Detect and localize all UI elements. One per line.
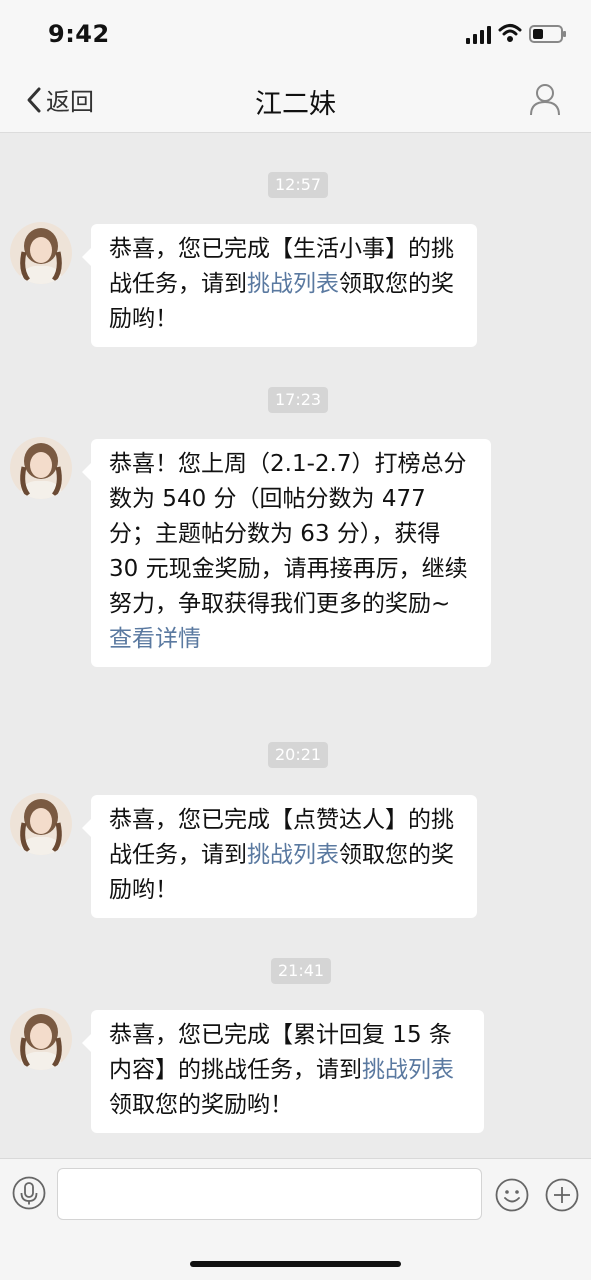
- challenge-list-link[interactable]: 挑战列表: [247, 842, 339, 868]
- message-bubble: 恭喜，您已完成【累计回复 15 条内容】的挑战任务，请到挑战列表领取您的奖励哟！: [82, 1010, 484, 1133]
- view-details-link[interactable]: 查看详情: [109, 622, 473, 657]
- status-bar: 9:42: [0, 0, 591, 66]
- message-input[interactable]: [57, 1168, 482, 1220]
- smiley-icon[interactable]: [495, 1178, 529, 1212]
- avatar[interactable]: [10, 1008, 72, 1070]
- message-timestamp: 20:21: [268, 742, 329, 768]
- page-title: 江二妹: [255, 89, 336, 120]
- avatar[interactable]: [10, 793, 72, 855]
- battery-icon: [529, 25, 566, 43]
- wifi-icon: [498, 24, 522, 42]
- message-bubble: 恭喜，您已完成【点赞达人】的挑战任务，请到挑战列表领取您的奖励哟！: [82, 795, 477, 918]
- message-text: 恭喜！您上周（2.1-2.7）打榜总分数为 540 分（回帖分数为 477 分；…: [109, 451, 468, 617]
- avatar[interactable]: [10, 437, 72, 499]
- plus-circle-icon[interactable]: [545, 1178, 579, 1212]
- nav-bar: 返回 江二妹: [0, 66, 591, 133]
- microphone-icon[interactable]: [12, 1176, 46, 1210]
- challenge-list-link[interactable]: 挑战列表: [362, 1057, 454, 1083]
- message-timestamp: 17:23: [268, 387, 329, 413]
- status-time: 9:42: [48, 20, 110, 48]
- home-indicator: [190, 1261, 401, 1267]
- input-bar: [0, 1158, 591, 1280]
- challenge-list-link[interactable]: 挑战列表: [247, 271, 339, 297]
- signal-icon: [466, 26, 491, 44]
- avatar[interactable]: [10, 222, 72, 284]
- message-timestamp: 21:41: [271, 958, 332, 984]
- message-bubble: 恭喜，您已完成【生活小事】的挑战任务，请到挑战列表领取您的奖励哟！: [82, 224, 477, 347]
- message-bubble: 恭喜！您上周（2.1-2.7）打榜总分数为 540 分（回帖分数为 477 分；…: [82, 439, 491, 667]
- chat-area[interactable]: 12:57 恭喜，您已完成【生活小事】的挑战任务，请到挑战列表领取您的奖励哟！ …: [0, 133, 591, 1158]
- message-text: 领取您的奖励哟！: [109, 1092, 293, 1118]
- person-icon[interactable]: [528, 82, 562, 116]
- message-timestamp: 12:57: [268, 172, 329, 198]
